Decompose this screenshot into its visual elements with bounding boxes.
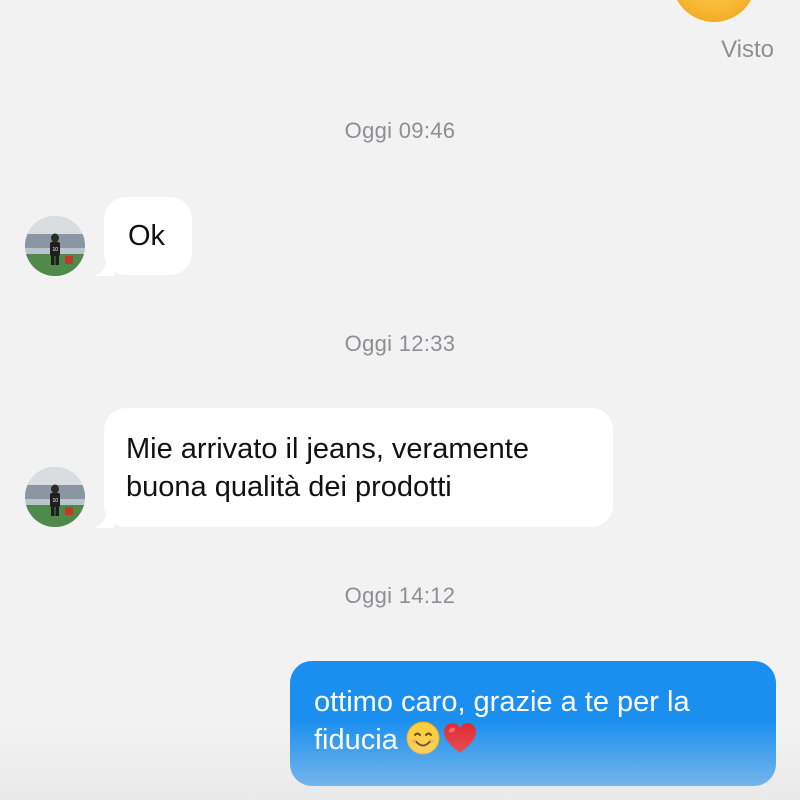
contact-avatar[interactable]: 10 bbox=[25, 216, 85, 276]
message-text: Ok bbox=[128, 220, 166, 252]
svg-text:10: 10 bbox=[53, 498, 59, 504]
read-receipt: Visto bbox=[721, 36, 774, 63]
message-text: Mie arrivato il jeans, veramente buona q… bbox=[126, 433, 529, 503]
timestamp-separator: Oggi 09:46 bbox=[344, 118, 456, 143]
partial-emoji-sticker bbox=[672, 0, 756, 22]
incoming-message-bubble[interactable]: Mie arrivato il jeans, veramente buona q… bbox=[104, 408, 613, 527]
red-heart-icon bbox=[443, 723, 476, 753]
smiling-face-icon bbox=[406, 721, 440, 755]
outgoing-message-bubble[interactable]: ottimo caro, grazie a te per la fiducia bbox=[290, 661, 776, 786]
incoming-message-bubble[interactable]: Ok bbox=[104, 197, 192, 275]
timestamp-separator: Oggi 12:33 bbox=[344, 331, 456, 356]
svg-text:10: 10 bbox=[53, 247, 59, 253]
chat-screen: Visto Oggi 09:46 10 Ok Oggi 12:33 10 Mie… bbox=[0, 0, 800, 800]
message-text: ottimo caro, grazie a te per la fiducia bbox=[314, 686, 690, 756]
timestamp-separator: Oggi 14:12 bbox=[344, 583, 456, 608]
contact-avatar[interactable]: 10 bbox=[25, 467, 85, 527]
